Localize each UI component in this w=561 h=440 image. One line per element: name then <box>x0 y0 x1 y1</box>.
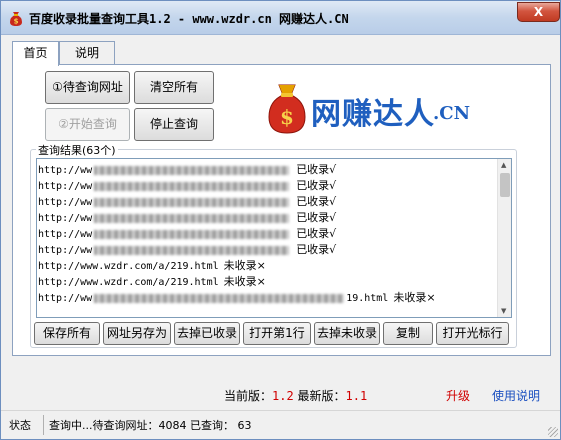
scroll-up-icon[interactable]: ▲ <box>501 161 506 169</box>
result-url: http://ww <box>38 213 93 224</box>
result-status: 已收录√ <box>296 179 337 192</box>
result-row[interactable]: http://www.wzdr.com/a/219.html 未收录× <box>38 274 266 290</box>
clear-all-button[interactable]: 清空所有 <box>134 71 214 104</box>
results-list[interactable]: http://ww 已收录√ http://ww 已收录√ http://ww 已收录√ h… <box>36 158 512 318</box>
brand-logo-text: 网赚达人 <box>311 97 435 132</box>
title-bar: $ 百度收录批量查询工具1.2 - www.wzdr.cn 网赚达人.CN X <box>1 1 560 35</box>
result-row[interactable]: http://ww 已收录√ <box>38 194 336 210</box>
resize-grip-icon[interactable] <box>548 427 558 437</box>
result-url: http://ww <box>38 293 93 304</box>
save-urls-as-button[interactable]: 网址另存为 <box>103 322 171 345</box>
money-bag-icon: $ <box>10 12 22 26</box>
result-url: http://ww <box>38 181 93 192</box>
remove-indexed-button[interactable]: 去掉已收录 <box>174 322 240 345</box>
result-status: 已收录√ <box>296 163 337 176</box>
result-status: 已收录√ <box>296 227 337 240</box>
redacted-url-segment <box>94 213 290 223</box>
result-status: 已收录√ <box>296 211 337 224</box>
svg-text:$: $ <box>280 105 294 129</box>
result-status: 已收录√ <box>296 195 337 208</box>
stop-query-button[interactable]: 停止查询 <box>134 108 214 141</box>
current-version-value: 1.2 <box>272 389 294 403</box>
results-rows: http://ww 已收录√ http://ww 已收录√ http://ww 已收录√ h… <box>37 159 499 317</box>
import-urls-button[interactable]: ①待查询网址 <box>45 71 130 104</box>
copy-button[interactable]: 复制 <box>383 322 433 345</box>
result-row[interactable]: http://ww 已收录√ <box>38 210 336 226</box>
remove-unindexed-button[interactable]: 去掉未收录 <box>314 322 380 345</box>
result-url-suffix: 19.html <box>346 293 389 304</box>
results-group-label: 查询结果(63个) <box>36 142 118 158</box>
result-row[interactable]: http://ww 已收录√ <box>38 242 336 258</box>
redacted-url-segment <box>94 165 290 175</box>
redacted-url-segment <box>94 229 290 239</box>
result-url: http://ww <box>38 197 93 208</box>
result-url: http://ww <box>38 165 93 176</box>
results-scrollbar[interactable]: ▲ ▼ <box>497 159 511 317</box>
result-url: http://www.wzdr.com/a/219.html <box>38 277 219 288</box>
status-label: 状态 <box>9 419 31 432</box>
result-status: 已收录√ <box>296 243 337 256</box>
result-row[interactable]: http://ww 已收录√ <box>38 226 336 242</box>
start-query-button[interactable]: ②开始查询 <box>45 108 130 141</box>
app-window: $ 百度收录批量查询工具1.2 - www.wzdr.cn 网赚达人.CN X … <box>0 0 561 440</box>
version-info: 当前版：1.2 最新版：1.1 <box>224 387 367 404</box>
result-url: http://ww <box>38 229 93 240</box>
result-status: 未收录× <box>393 291 436 304</box>
result-status: 未收录× <box>223 259 266 272</box>
open-first-row-button[interactable]: 打开第1行 <box>243 322 311 345</box>
close-button[interactable]: X <box>517 2 560 22</box>
upgrade-link[interactable]: 升级 <box>446 387 470 404</box>
window-title: 百度收录批量查询工具1.2 - www.wzdr.cn 网赚达人.CN <box>29 12 349 26</box>
redacted-url-segment <box>94 245 290 255</box>
svg-text:$: $ <box>14 18 19 26</box>
result-status: 未收录× <box>223 275 266 288</box>
result-row[interactable]: http://ww 已收录√ <box>38 178 336 194</box>
money-bag-logo-icon: $ <box>268 84 306 134</box>
brand-logo: $ 网赚达人 .CN <box>263 77 503 139</box>
open-cursor-row-button[interactable]: 打开光标行 <box>436 322 509 345</box>
save-all-button[interactable]: 保存所有 <box>34 322 100 345</box>
result-row[interactable]: http://www.wzdr.com/a/219.html 未收录× <box>38 258 266 274</box>
tab-instructions[interactable]: 说明 <box>59 41 115 65</box>
result-row[interactable]: http://ww 已收录√ <box>38 162 336 178</box>
redacted-url-segment <box>94 197 290 207</box>
scrollbar-thumb[interactable] <box>500 173 510 197</box>
latest-version-value: 1.1 <box>345 389 368 403</box>
brand-logo-suffix: .CN <box>433 103 471 124</box>
status-text: 查询中...待查询网址：4084 已查询： 63 <box>49 419 252 432</box>
result-url: http://ww <box>38 245 93 256</box>
result-url: http://www.wzdr.com/a/219.html <box>38 261 219 272</box>
latest-version-label: 最新版： <box>297 389 346 403</box>
result-row[interactable]: http://ww 19.html 未收录× <box>38 290 436 306</box>
scroll-down-icon[interactable]: ▼ <box>501 307 506 315</box>
tab-home[interactable]: 首页 <box>12 41 59 66</box>
status-separator <box>43 415 44 435</box>
redacted-url-segment <box>94 293 345 303</box>
help-link[interactable]: 使用说明 <box>492 387 540 404</box>
redacted-url-segment <box>94 181 290 191</box>
current-version-label: 当前版： <box>224 389 273 403</box>
status-bar: 状态 查询中...待查询网址：4084 已查询： 63 <box>1 410 560 439</box>
